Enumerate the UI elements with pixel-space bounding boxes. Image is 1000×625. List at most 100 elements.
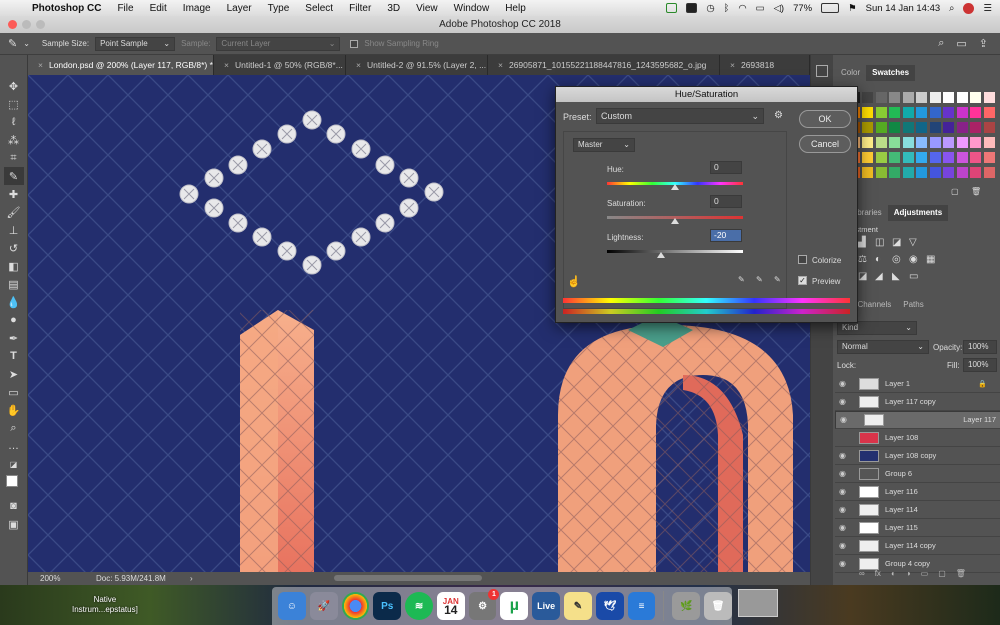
move-tool-icon[interactable]: ✥: [4, 77, 24, 95]
threshold-icon[interactable]: ◢: [875, 271, 883, 282]
close-tab-icon[interactable]: ×: [730, 60, 735, 70]
swatch[interactable]: [943, 122, 954, 133]
swatch[interactable]: [889, 167, 900, 178]
brush-tool-icon[interactable]: 🖌: [4, 203, 24, 221]
visibility-eye-icon[interactable]: ◉: [839, 379, 846, 388]
tab-london[interactable]: ×London.psd @ 200% (Layer 117, RGB/8*) *: [28, 55, 214, 75]
swatch[interactable]: [957, 92, 968, 103]
gradient-tool-icon[interactable]: ▤: [4, 275, 24, 293]
zoom-level[interactable]: 200%: [40, 572, 60, 585]
swatch[interactable]: [889, 152, 900, 163]
swatch[interactable]: [876, 107, 887, 118]
swatch[interactable]: [957, 137, 968, 148]
calendar-icon[interactable]: JAN14: [437, 592, 465, 620]
mask-icon[interactable]: ◐: [891, 569, 896, 583]
dodge-tool-icon[interactable]: ●: [4, 311, 24, 329]
notes-icon[interactable]: ✎: [564, 592, 592, 620]
horizontal-scrollbar[interactable]: [334, 575, 482, 581]
close-tab-icon[interactable]: ×: [498, 60, 503, 70]
swatch[interactable]: [970, 122, 981, 133]
tab-untitled-1[interactable]: ×Untitled-1 @ 50% (RGB/8*...: [214, 55, 346, 75]
menu-view[interactable]: View: [408, 3, 446, 14]
visibility-eye-icon[interactable]: ◉: [839, 451, 846, 460]
swatch[interactable]: [889, 107, 900, 118]
swatch[interactable]: [930, 122, 941, 133]
sample-size-select[interactable]: Point Sample⌄: [95, 37, 175, 51]
history-icon[interactable]: [816, 65, 828, 77]
swatch[interactable]: [876, 167, 887, 178]
timemachine-icon[interactable]: ◷: [706, 3, 714, 14]
more-tools-icon[interactable]: …: [4, 437, 24, 455]
finder-icon[interactable]: ☺: [278, 592, 306, 620]
close-tab-icon[interactable]: ×: [224, 60, 229, 70]
swatch[interactable]: [862, 122, 873, 133]
menu-image[interactable]: Image: [175, 3, 219, 14]
exposure-icon[interactable]: ◪: [892, 237, 901, 248]
new-adjustment-icon[interactable]: ◑: [906, 569, 911, 583]
tool-preset-chevron-icon[interactable]: ⌄: [23, 39, 30, 48]
swatch[interactable]: [916, 122, 927, 133]
saturation-input[interactable]: 0: [710, 195, 742, 208]
swatch[interactable]: [903, 107, 914, 118]
swatch[interactable]: [930, 137, 941, 148]
swatch[interactable]: [876, 122, 887, 133]
swatch[interactable]: [984, 137, 995, 148]
opacity-field[interactable]: 100%: [963, 340, 997, 354]
visibility-eye-icon[interactable]: ◉: [839, 433, 846, 442]
visibility-eye-icon[interactable]: ◉: [839, 487, 846, 496]
swatch[interactable]: [943, 152, 954, 163]
fx-icon[interactable]: fx: [875, 569, 881, 583]
swatch[interactable]: [862, 152, 873, 163]
gradient-map-icon[interactable]: ▭: [909, 271, 918, 282]
spotlight-icon[interactable]: ⌕: [949, 3, 954, 14]
lightness-input[interactable]: -20: [710, 229, 742, 242]
layer-row[interactable]: ◉Layer 114: [835, 501, 1000, 519]
hue-slider-knob[interactable]: [671, 184, 679, 190]
menu-select[interactable]: Select: [297, 3, 341, 14]
visibility-eye-icon[interactable]: ◉: [839, 523, 846, 532]
swatch[interactable]: [957, 122, 968, 133]
tab-untitled-2[interactable]: ×Untitled-2 @ 91.5% (Layer 2, ...: [346, 55, 488, 75]
photoshop-icon[interactable]: Ps: [373, 592, 401, 620]
swatch[interactable]: [957, 107, 968, 118]
app-menu[interactable]: Photoshop CC: [24, 3, 109, 14]
menu-window[interactable]: Window: [446, 3, 498, 14]
swatch[interactable]: [943, 92, 954, 103]
swatch[interactable]: [903, 92, 914, 103]
hand-adjust-icon[interactable]: ☝: [567, 275, 581, 288]
swatch[interactable]: [970, 137, 981, 148]
tab-adjustments[interactable]: Adjustments: [888, 205, 948, 221]
crop-tool-icon[interactable]: ⌗: [4, 149, 24, 167]
eyedropper-minus-icon[interactable]: ✎: [774, 275, 781, 284]
swatch[interactable]: [876, 92, 887, 103]
swatch[interactable]: [916, 107, 927, 118]
swatch[interactable]: [943, 137, 954, 148]
chrome-icon[interactable]: [342, 592, 370, 620]
swatch[interactable]: [876, 137, 887, 148]
tab-swatches[interactable]: Swatches: [866, 65, 915, 81]
swatch[interactable]: [943, 107, 954, 118]
launchpad-icon[interactable]: 🚀: [310, 592, 338, 620]
color-swatches-icon[interactable]: [4, 473, 24, 497]
close-tab-icon[interactable]: ×: [356, 60, 361, 70]
layer-filter-select[interactable]: Kind⌄: [837, 321, 917, 335]
swatch[interactable]: [889, 137, 900, 148]
share-icon[interactable]: ⇪: [979, 37, 988, 50]
new-group-icon[interactable]: ▭: [921, 569, 929, 583]
bluetooth-icon[interactable]: ᛒ: [724, 3, 730, 14]
visibility-eye-icon[interactable]: ◉: [839, 541, 846, 550]
swatch[interactable]: [862, 137, 873, 148]
swatch[interactable]: [984, 167, 995, 178]
channel-select[interactable]: Master⌄: [573, 138, 635, 152]
cancel-button[interactable]: Cancel: [799, 135, 851, 153]
menu-help[interactable]: Help: [497, 3, 534, 14]
visibility-eye-icon[interactable]: ◉: [840, 414, 847, 426]
curves-icon[interactable]: ◫: [875, 237, 884, 248]
channel-mixer-icon[interactable]: ◉: [909, 254, 918, 265]
swatch[interactable]: [984, 107, 995, 118]
clone-stamp-tool-icon[interactable]: ⊥: [4, 221, 24, 239]
visibility-eye-icon[interactable]: ◉: [839, 505, 846, 514]
wifi-icon[interactable]: ◠: [738, 3, 746, 14]
preset-options-gear-icon[interactable]: ⚙: [774, 110, 783, 121]
layer-row[interactable]: ◉Group 6: [835, 465, 1000, 483]
